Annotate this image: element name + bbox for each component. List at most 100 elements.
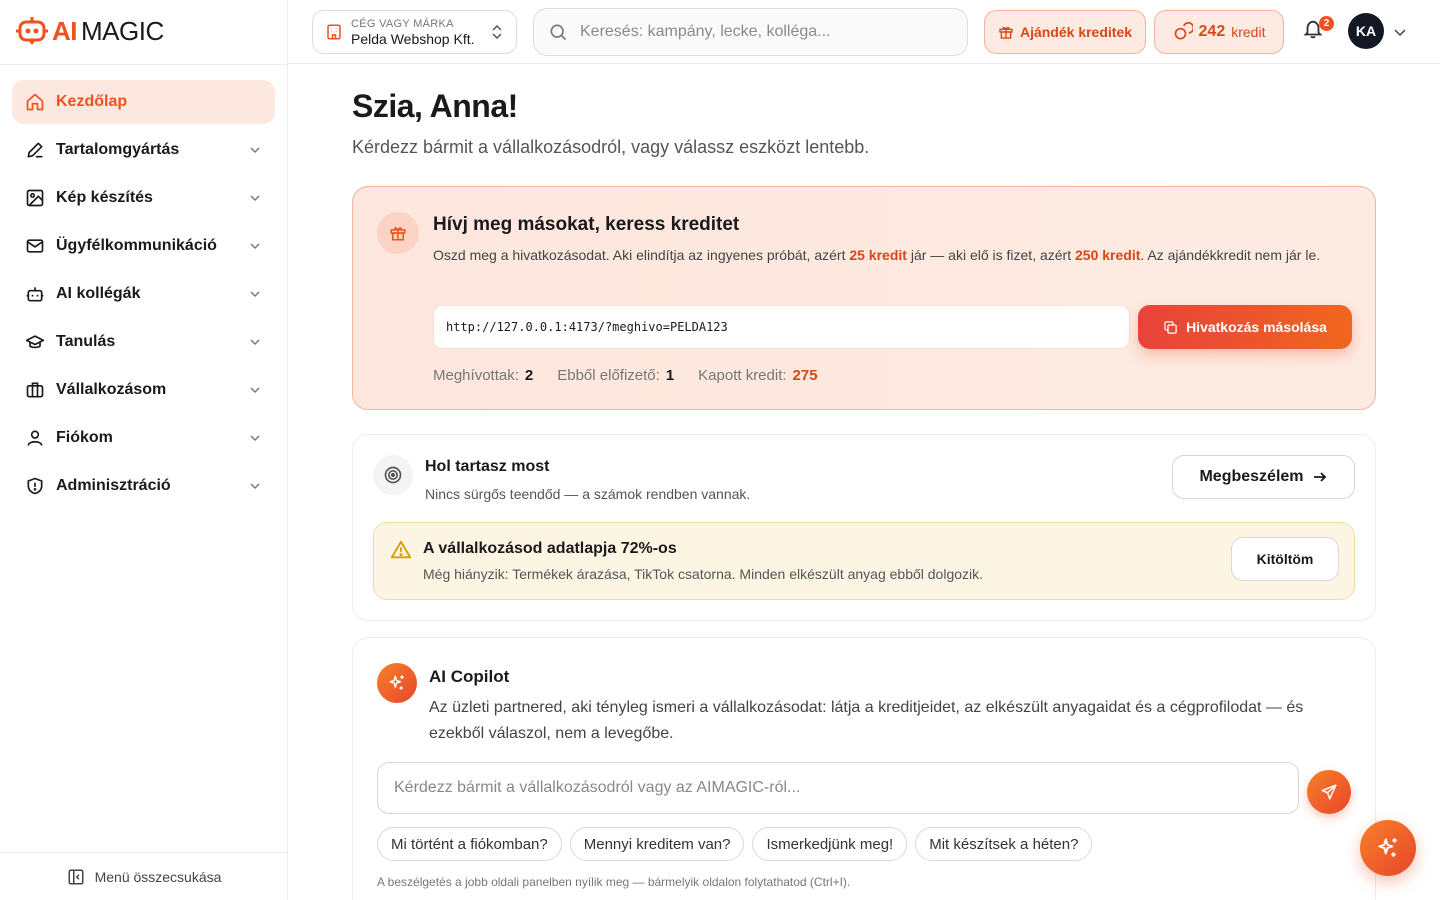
logo-ai: AI (52, 15, 78, 46)
stat-invited: Meghívottak: 2 (433, 367, 533, 384)
gift-credits-button[interactable]: Ajándék kreditek (984, 10, 1146, 54)
invite-title: Hívj meg másokat, keress kreditet (433, 214, 740, 235)
sidebar-item-label: Ügyfélkommunikáció (56, 237, 217, 254)
home-icon (24, 91, 46, 113)
coins-icon (1174, 22, 1193, 40)
status-card: Hol tartasz most Nincs sürgős teendőd — … (352, 434, 1376, 621)
send-button[interactable] (1307, 770, 1351, 814)
arrow-right-icon (1313, 472, 1326, 482)
warning-description: Még hiányzik: Termékek árazása, TikTok c… (423, 566, 984, 582)
sidebar-divider (0, 64, 288, 65)
sidebar-item-label: Tartalomgyártás (56, 141, 180, 158)
robot-logo-icon (16, 17, 48, 45)
brand-selector-caption: CÉG VAGY MÁRKA (351, 17, 454, 30)
copy-link-label: Hivatkozás másolása (1186, 319, 1327, 335)
sidebar-item-label: Kezdőlap (56, 93, 128, 110)
stat-label: Meghívottak: (433, 367, 519, 384)
sidebar-item-fiokom[interactable]: Fiókom (12, 416, 275, 460)
copilot-input-wrapper[interactable] (377, 762, 1299, 814)
sidebar-nav: Kezdőlap Tartalomgyártás Kép készítés Üg… (12, 80, 275, 512)
copy-icon (1164, 320, 1177, 334)
building-icon (327, 24, 341, 40)
suggestion-chip[interactable]: Mi történt a fiókomban? (377, 827, 562, 861)
chevron-down-icon (247, 286, 263, 302)
sidebar-item-label: Tanulás (56, 333, 116, 350)
discuss-button-label: Megbeszélem (1199, 468, 1304, 485)
sparkles-icon (377, 663, 417, 703)
fill-profile-button[interactable]: Kitöltöm (1231, 537, 1339, 581)
suggestion-chip[interactable]: Mit készítsek a héten? (915, 827, 1093, 861)
credit-unit-label: kredit (1231, 24, 1266, 40)
gift-icon (999, 26, 1013, 39)
invite-desc-part: jár — aki elő is fizet, azért (906, 247, 1075, 263)
collapse-menu-label: Menü összecsukása (94, 868, 222, 885)
discuss-button[interactable]: Megbeszélem (1172, 455, 1355, 499)
sidebar-item-tanulas[interactable]: Tanulás (12, 320, 275, 364)
suggestion-chips: Mi történt a fiókomban? Mennyi kreditem … (377, 827, 1093, 861)
copilot-title: AI Copilot (429, 667, 510, 686)
sidebar-item-ai-kollegak[interactable]: AI kollégák (12, 272, 275, 316)
copy-link-button[interactable]: Hivatkozás másolása (1138, 305, 1352, 349)
sidebar: AI MAGIC Kezdőlap Tartalomgyártás Kép kés… (0, 0, 288, 900)
briefcase-icon (24, 379, 46, 401)
search-icon (550, 24, 567, 41)
gift-credits-label: Ajándék kreditek (1019, 24, 1133, 40)
chevron-down-icon (247, 478, 263, 494)
page-subtitle: Kérdezz bármit a vállalkozásodról, vagy … (352, 137, 870, 157)
invite-link-field[interactable]: http://127.0.0.1:4173/?meghivo=PELDA123 (433, 305, 1130, 349)
copilot-input[interactable] (394, 779, 1282, 797)
suggestion-chip[interactable]: Ismerkedjünk meg! (752, 827, 908, 861)
warning-icon (390, 540, 412, 559)
copilot-fab-button[interactable] (1360, 820, 1416, 876)
brand-selector[interactable]: CÉG VAGY MÁRKA Pelda Webshop Kft. (312, 10, 517, 54)
logo[interactable]: AI MAGIC (16, 14, 164, 48)
sidebar-item-label: Vállalkozásom (56, 381, 167, 398)
chevron-down-icon (247, 334, 263, 350)
sidebar-item-tartalomgyartas[interactable]: Tartalomgyártás (12, 128, 275, 172)
graduation-cap-icon (24, 331, 46, 353)
sparkles-icon (1378, 838, 1397, 857)
invite-desc-highlight: 250 kredit (1075, 247, 1141, 263)
notifications-button[interactable]: 2 (1302, 16, 1334, 44)
sidebar-item-label: AI kollégák (56, 285, 141, 302)
logo-magic: MAGIC (81, 15, 164, 46)
copilot-description: Az üzleti partnered, aki tényleg ismeri … (429, 699, 1304, 742)
sidebar-item-vallalkozasom[interactable]: Vállalkozásom (12, 368, 275, 412)
sidebar-item-kep-keszites[interactable]: Kép készítés (12, 176, 275, 220)
send-icon (1321, 784, 1337, 800)
chevron-up-down-icon (492, 24, 502, 40)
top-header: CÉG VAGY MÁRKA Pelda Webshop Kft. Ajándé… (288, 0, 1440, 64)
bot-icon (24, 283, 46, 305)
chevron-down-icon[interactable] (1392, 24, 1408, 40)
image-icon (24, 187, 46, 209)
chevron-down-icon (247, 190, 263, 206)
chevron-down-icon (247, 430, 263, 446)
target-icon (373, 455, 413, 495)
avatar[interactable]: KA (1348, 13, 1384, 49)
stat-credits: Kapott kredit: 275 (698, 367, 817, 384)
stat-value: 2 (524, 367, 534, 384)
stat-value: 1 (665, 367, 675, 384)
search-bar[interactable] (533, 8, 968, 56)
search-input[interactable] (580, 23, 953, 41)
chevron-down-icon (247, 142, 263, 158)
sidebar-item-label: Adminisztráció (56, 477, 171, 494)
gift-icon (377, 212, 419, 254)
invite-description: Oszd meg a hivatkozásodat. Aki elindítja… (433, 244, 1353, 267)
sidebar-item-label: Fiókom (56, 429, 113, 446)
suggestion-chip[interactable]: Mennyi kreditem van? (569, 827, 745, 861)
stat-value: 275 (792, 367, 818, 384)
brand-selector-value: Pelda Webshop Kft. (351, 30, 475, 47)
sidebar-item-adminisztracio[interactable]: Adminisztráció (12, 464, 275, 508)
profile-warning: A vállalkozásod adatlapja 72%-os Még hiá… (373, 522, 1355, 600)
stat-subscribers: Ebből előfizető: 1 (557, 367, 674, 384)
collapse-menu-button[interactable]: Menü összecsukása (0, 852, 288, 900)
sidebar-item-kezdolap[interactable]: Kezdőlap (12, 80, 275, 124)
sidebar-item-label: Kép készítés (56, 189, 153, 206)
invite-desc-highlight: 25 kredit (849, 247, 907, 263)
invite-card: Hívj meg másokat, keress kreditet Oszd m… (352, 186, 1376, 410)
shield-icon (24, 475, 46, 497)
chevron-down-icon (247, 382, 263, 398)
sidebar-item-ugyfelkommunikacio[interactable]: Ügyfélkommunikáció (12, 224, 275, 268)
credit-balance-button[interactable]: 242 kredit (1154, 10, 1284, 54)
